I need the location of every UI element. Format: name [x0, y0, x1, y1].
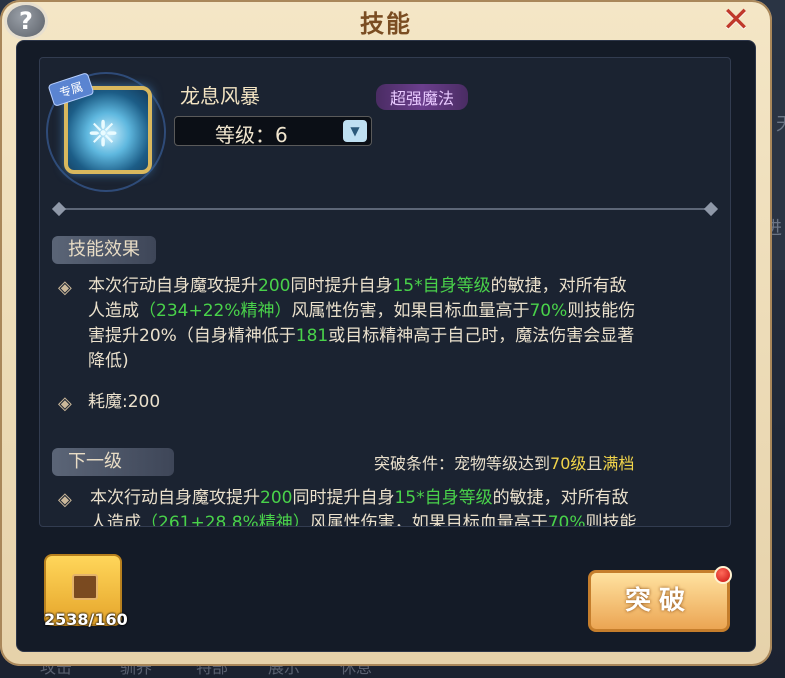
- dragon-icon: ❈: [88, 114, 119, 155]
- skill-name: 龙息风暴: [180, 84, 260, 108]
- dialog-title: 技能: [360, 10, 412, 38]
- diamond-bullet-icon: ◈: [58, 393, 72, 414]
- dialog-content: ❈ 专属 龙息风暴 超强魔法 等级：6 ▼ 技能效果 ◈ 本次行动自身魔攻提升2…: [16, 40, 756, 652]
- effect-line: 降低): [88, 351, 129, 371]
- level-select[interactable]: 等级：6 ▼: [174, 116, 372, 147]
- divider: [56, 208, 714, 210]
- level-value: 等级：6: [215, 123, 288, 147]
- background-text: 天: [776, 110, 785, 136]
- chevron-down-icon[interactable]: ▼: [343, 120, 367, 142]
- mana-cost: 耗魔:200: [88, 392, 161, 412]
- effect-line: 人造成（234+22%精神）风属性伤害，如果目标血量高于70%则技能伤: [88, 301, 636, 321]
- diamond-bullet-icon: ◈: [58, 489, 72, 510]
- diamond-bullet-icon: ◈: [58, 277, 72, 298]
- next-level-description: 本次行动自身魔攻提升200同时提升自身15*自身等级的敏捷，对所有敌 人造成（2…: [90, 486, 726, 527]
- effect-section-header: 技能效果: [52, 236, 156, 264]
- effect-line: 本次行动自身魔攻提升200同时提升自身15*自身等级的敏捷，对所有敌: [88, 276, 627, 296]
- effect-description: 本次行动自身魔攻提升200同时提升自身15*自身等级的敏捷，对所有敌 人造成（2…: [88, 274, 724, 374]
- skill-type-badge: 超强魔法: [376, 84, 469, 110]
- effect-line: 人造成（261+28.8%精神）风属性伤害，如果目标血量高于70%则技能: [90, 513, 637, 527]
- skill-detail-panel: ❈ 专属 龙息风暴 超强魔法 等级：6 ▼ 技能效果 ◈ 本次行动自身魔攻提升2…: [39, 57, 731, 527]
- breakthrough-button[interactable]: 突破: [588, 570, 730, 632]
- divider-end: [703, 201, 719, 217]
- effect-line: 本次行动自身魔攻提升200同时提升自身15*自身等级的敏捷，对所有敌: [90, 488, 629, 508]
- effect-line: 害提升20%（自身精神低于181或目标精神高于自己时，魔法伤害会显著: [88, 326, 635, 346]
- close-button[interactable]: ✕: [718, 2, 754, 38]
- divider-end: [51, 201, 67, 217]
- title-bar: ? 技能 ✕: [0, 0, 772, 40]
- notification-dot: [714, 566, 732, 584]
- next-level-section-header: 下一级: [52, 448, 174, 476]
- breakthrough-condition: 突破条件：宠物等级达到70级且满档: [374, 454, 635, 473]
- book-icon: [72, 574, 98, 600]
- item-count: 2538/160: [44, 610, 128, 629]
